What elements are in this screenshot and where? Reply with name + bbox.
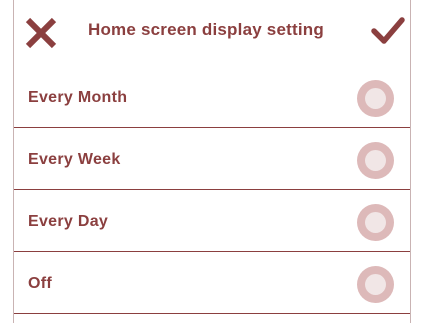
close-button[interactable] (24, 16, 58, 50)
dialog-title: Home screen display setting (88, 20, 324, 39)
option-label: Every Day (28, 213, 109, 230)
checkmark-icon (371, 17, 405, 44)
option-label: Every Month (28, 89, 128, 106)
display-setting-dialog: Home screen display setting Every Month … (13, 0, 411, 323)
option-label: Off (28, 275, 53, 292)
radio-inner (365, 150, 386, 171)
radio-every-week[interactable] (357, 142, 394, 179)
close-icon (25, 17, 57, 49)
radio-inner (365, 212, 386, 233)
option-every-month[interactable]: Every Month (14, 66, 410, 128)
radio-every-day[interactable] (357, 204, 394, 241)
radio-inner (365, 88, 386, 109)
radio-inner (365, 274, 386, 295)
option-every-week[interactable]: Every Week (14, 128, 410, 190)
option-label: Every Week (28, 151, 121, 168)
radio-every-month[interactable] (357, 80, 394, 117)
dialog-header: Home screen display setting (14, 0, 410, 64)
confirm-button[interactable] (371, 14, 405, 48)
option-off[interactable]: Off (14, 252, 410, 314)
option-every-day[interactable]: Every Day (14, 190, 410, 252)
divider (14, 313, 410, 314)
radio-off[interactable] (357, 266, 394, 303)
